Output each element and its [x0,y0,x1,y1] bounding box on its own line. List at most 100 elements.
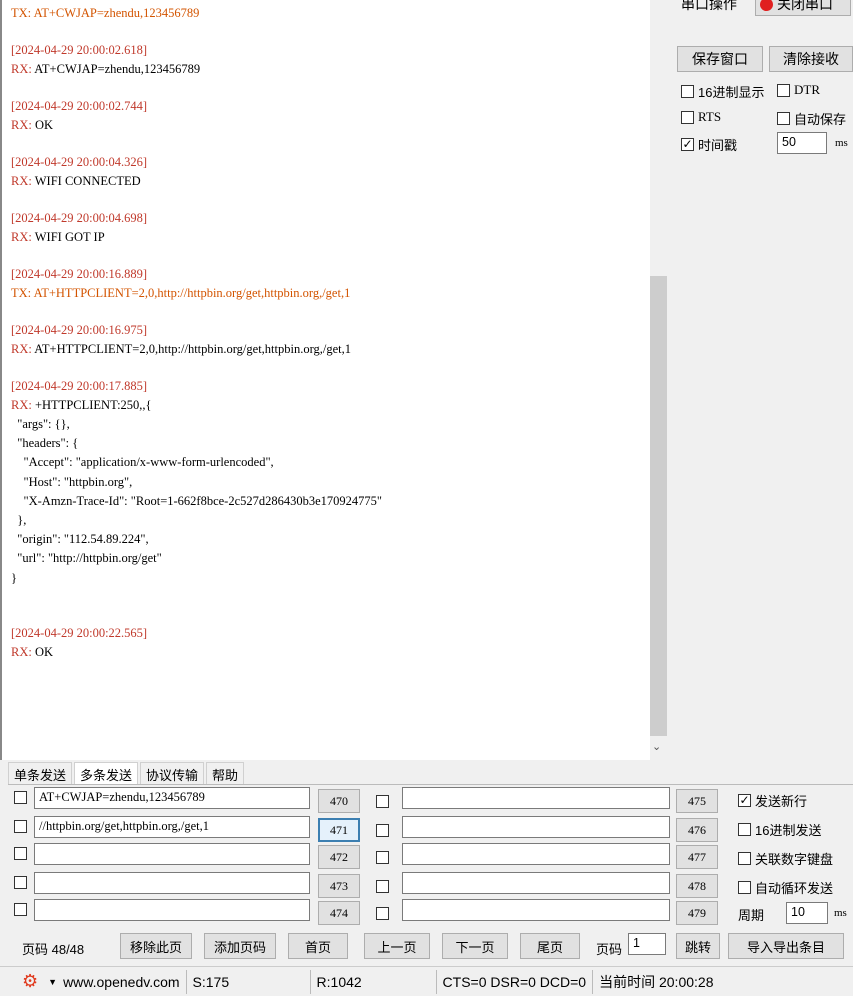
log-entry: [2024-04-29 20:00:04.326] RX: WIFI CONNEC… [11,153,650,191]
log-timestamp: [2024-04-29 20:00:16.975] [11,323,148,337]
row-enable-checkbox[interactable] [14,903,27,916]
log-line: RX: AT+HTTPCLIENT=2,0,http://httpbin.org… [11,340,650,359]
send-row-button[interactable]: 479 [676,901,718,925]
period-label: 周期 [738,908,765,923]
send-text-input[interactable] [34,843,310,865]
log-line: TX: AT+HTTPCLIENT=2,0,http://httpbin.org… [11,284,650,303]
website-link[interactable]: www.openedv.com [63,974,179,990]
auto-save-checkbox[interactable]: 自动保存 [777,109,846,128]
settings-menu[interactable]: ⚙ ▼ www.openedv.com [0,969,187,994]
period-unit: ms [834,907,847,919]
close-port-label: 关闭串口 [777,0,833,12]
timestamp-input[interactable]: 50 [777,132,827,154]
receive-log[interactable]: TX: AT+CWJAP=zhendu,123456789 [2024-04-2… [0,0,650,760]
row-enable-checkbox[interactable] [376,880,389,893]
row-enable-checkbox[interactable] [376,795,389,808]
tab-multi-send[interactable]: 多条发送 [74,762,139,784]
send-text-input[interactable] [402,787,670,809]
right-panel: 串口操作 关闭串口 保存窗口 清除接收 16进制显示 DTR RTS 自动保存 … [667,0,853,760]
port-op-label: 串口操作 [681,0,737,12]
auto-save-label: 自动保存 [794,112,847,127]
row-enable-checkbox[interactable] [14,791,27,804]
jump-button[interactable]: 跳转 [676,933,720,959]
log-direction: RX: [11,644,35,659]
log-direction: RX: [11,230,35,244]
send-row-button[interactable]: 473 [318,874,360,898]
row-enable-checkbox[interactable] [14,820,27,833]
log-text: AT+HTTPCLIENT=2,0,http://httpbin.org/get… [33,286,351,300]
link-keypad-checkbox[interactable]: 关联数字键盘 [738,849,833,868]
log-direction: RX: [11,118,35,132]
send-text-input[interactable] [34,872,310,894]
hex-display-checkbox[interactable]: 16进制显示 [681,82,764,101]
page-label: 页码 [596,942,623,957]
hex-send-checkbox[interactable]: 16进制发送 [738,820,821,839]
log-text: WIFI CONNECTED [34,174,141,188]
dtr-checkbox[interactable]: DTR [777,82,820,98]
import-export-button[interactable]: 导入导出条目 [728,933,844,959]
row-enable-checkbox[interactable] [14,876,27,889]
next-page-button[interactable]: 下一页 [442,933,508,959]
row-enable-checkbox[interactable] [376,824,389,837]
send-row-button[interactable]: 478 [676,874,718,898]
link-keypad-label: 关联数字键盘 [755,852,834,867]
tab-help[interactable]: 帮助 [206,762,245,784]
add-page-button[interactable]: 添加页码 [204,933,276,959]
scrollbar-thumb[interactable] [650,276,667,736]
scroll-down-icon[interactable]: ⌄ [652,740,661,753]
period-input[interactable]: 10 [786,902,828,924]
log-entry: [2024-04-29 20:00:22.565] RX: OK [11,624,650,662]
close-port-button[interactable]: 关闭串口 [755,0,851,16]
tab-single-send[interactable]: 单条发送 [8,762,73,784]
send-text-input[interactable] [402,843,670,865]
dtr-label: DTR [794,82,820,97]
send-mode-tabs: 单条发送 多条发送 协议传输 帮助 [8,762,246,784]
first-page-button[interactable]: 首页 [288,933,348,959]
send-text-input[interactable]: //httpbin.org/get,httpbin.org,/get,1 [34,816,310,838]
log-timestamp: [2024-04-29 20:00:02.618] [11,43,148,57]
save-window-button[interactable]: 保存窗口 [677,46,763,72]
log-first-line: TX: AT+CWJAP=zhendu,123456789 [11,6,200,20]
send-newline-checkbox[interactable]: ✓ 发送新行 [738,791,807,810]
recv-count: R:1042 [311,969,437,994]
send-row-button[interactable]: 477 [676,845,718,869]
last-page-button[interactable]: 尾页 [520,933,580,959]
send-row-button[interactable]: 475 [676,789,718,813]
signal-status: CTS=0 DSR=0 DCD=0 [437,969,594,994]
row-enable-checkbox[interactable] [14,847,27,860]
send-text-input[interactable]: AT+CWJAP=zhendu,123456789 [34,787,310,809]
timestamp-checkbox[interactable]: ✓ 时间戳 [681,135,737,154]
row-enable-checkbox[interactable] [376,851,389,864]
prev-page-button[interactable]: 上一页 [364,933,430,959]
log-timestamp: [2024-04-29 20:00:17.885] [11,379,148,393]
send-row-button[interactable]: 472 [318,845,360,869]
rts-checkbox[interactable]: RTS [681,109,721,125]
clear-receive-button[interactable]: 清除接收 [769,46,853,72]
row-enable-checkbox[interactable] [376,907,389,920]
gear-icon: ⚙ [22,971,39,991]
page-input[interactable]: 1 [628,933,666,955]
log-entry: [2024-04-29 20:00:17.885] RX: +HTTPCLIENT… [11,377,650,588]
send-row-button[interactable]: 476 [676,818,718,842]
dropdown-icon: ▼ [48,976,58,987]
log-line: RX: OK [11,643,650,662]
send-row-button[interactable]: 474 [318,901,360,925]
hex-display-label: 16进制显示 [698,85,765,100]
send-text-input[interactable] [402,872,670,894]
page-info: 页码 48/48 [22,942,85,957]
send-text-input[interactable] [402,899,670,921]
log-timestamp: [2024-04-29 20:00:02.744] [11,99,148,113]
remove-page-button[interactable]: 移除此页 [120,933,192,959]
log-timestamp: [2024-04-29 20:00:22.565] [11,625,148,640]
tab-protocol[interactable]: 协议传输 [140,762,205,784]
log-scrollbar[interactable]: ⌄ [650,0,667,760]
send-row-button[interactable]: 470 [318,789,360,813]
send-row-button[interactable]: 471 [318,818,360,842]
log-text: WIFI GOT IP [34,230,105,244]
auto-loop-checkbox[interactable]: 自动循环发送 [738,878,833,897]
log-text: OK [34,118,54,132]
log-text: OK [34,644,54,659]
log-direction: RX: [11,174,35,188]
send-text-input[interactable] [34,899,310,921]
send-text-input[interactable] [402,816,670,838]
